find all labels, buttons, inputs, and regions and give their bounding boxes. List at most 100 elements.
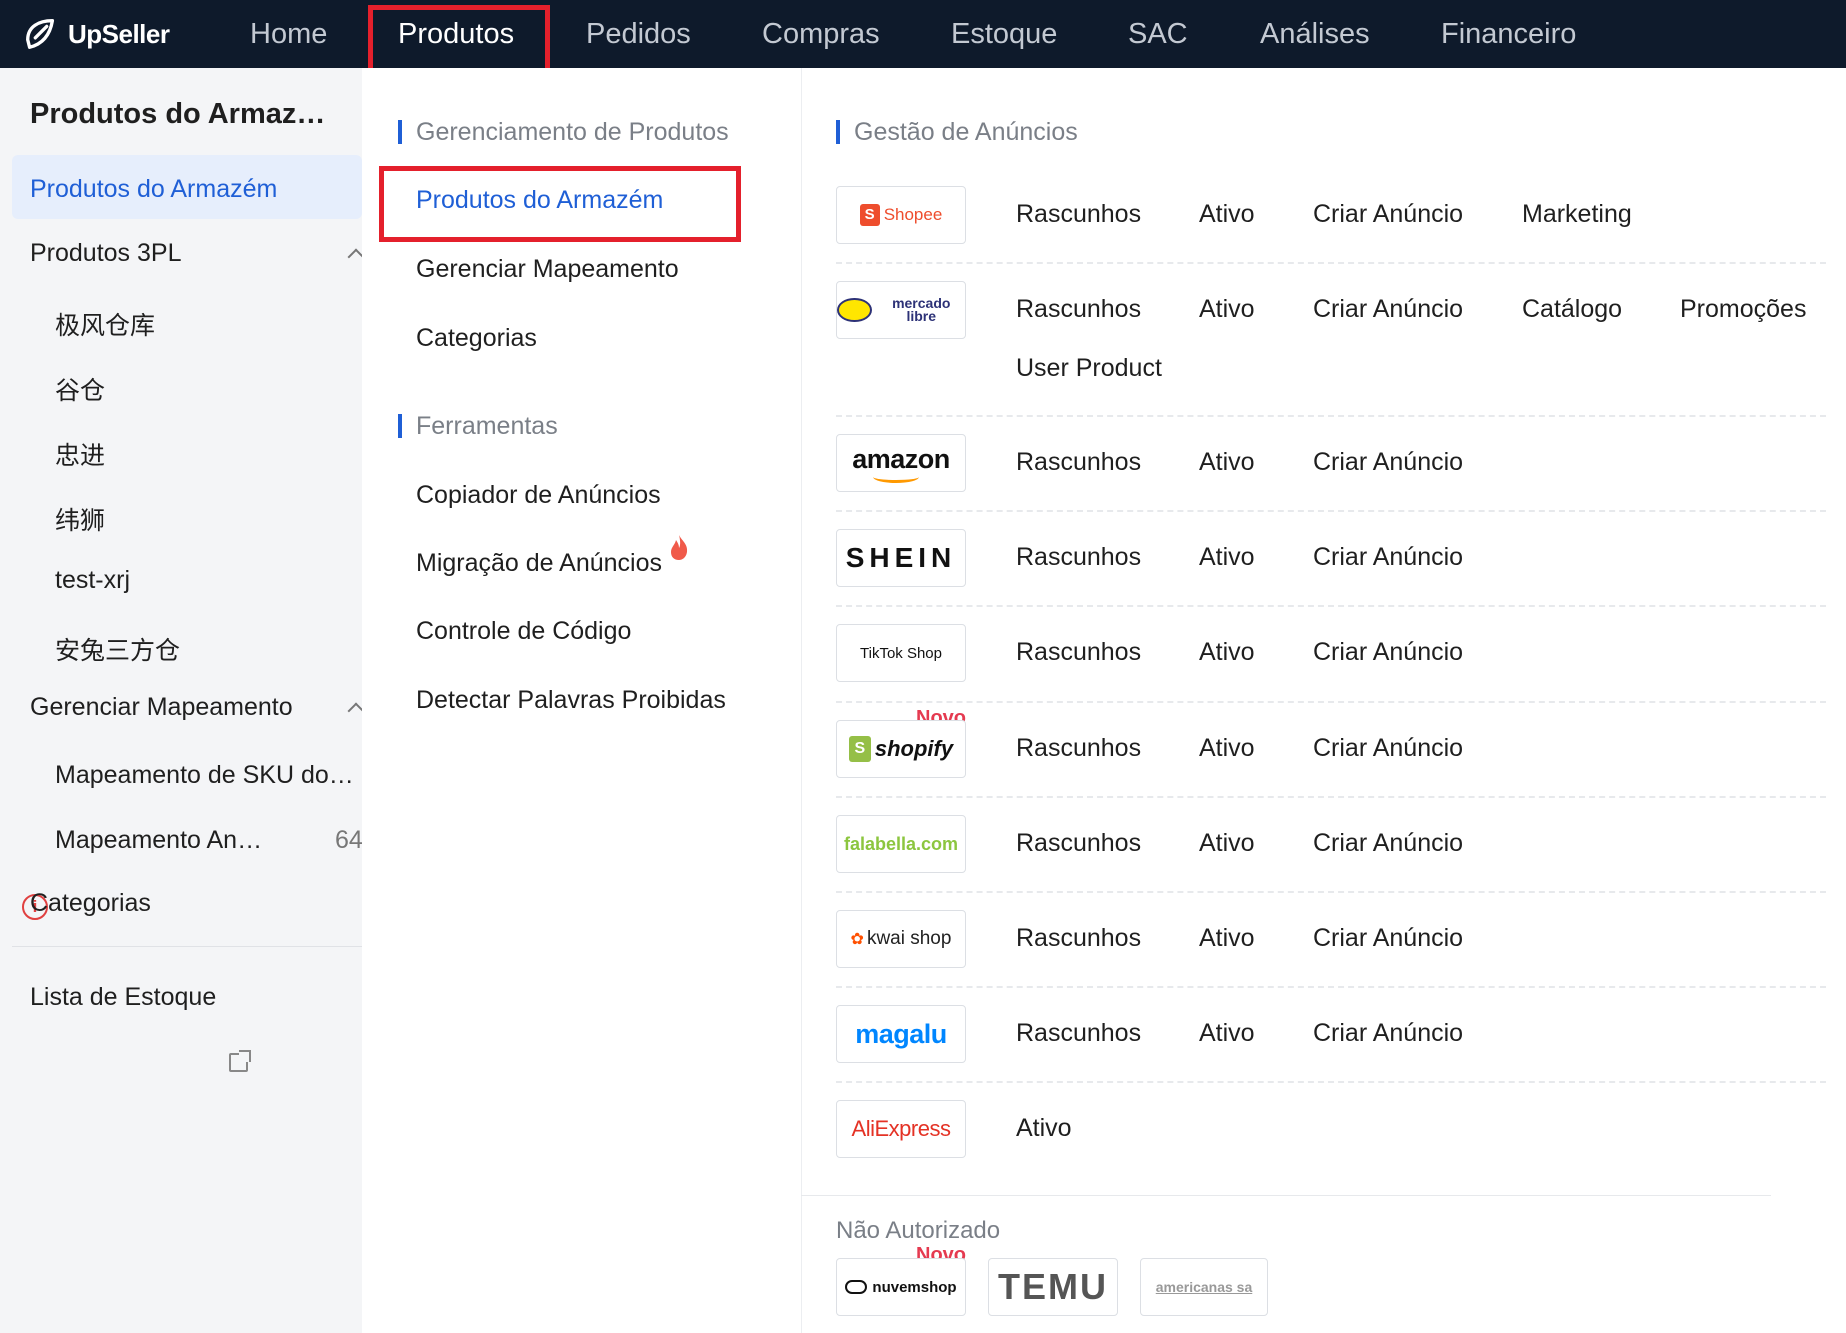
sidebar-item-categorias[interactable]: Categorias: [30, 889, 151, 918]
sidebar-item-warehouse[interactable]: test-xrj: [55, 566, 130, 595]
falabella-name: falabella.com: [843, 833, 959, 854]
kwai-shop-logo[interactable]: ✿ kwai shop: [836, 910, 966, 968]
nav-sac[interactable]: SAC: [1128, 14, 1188, 54]
link-rascunhos[interactable]: Rascunhos: [1016, 448, 1141, 477]
sidebar-item-warehouse[interactable]: 安兔三方仓: [55, 631, 180, 667]
falabella-logo[interactable]: falabella.com: [836, 815, 966, 873]
sidebar-item-produtos-3pl[interactable]: Produtos 3PL: [30, 239, 182, 268]
external-link-icon[interactable]: [229, 1050, 251, 1072]
amazon-smile-icon: [873, 471, 919, 483]
sidebar-item-mapeamento-anormal[interactable]: Mapeamento Anormal: [55, 826, 275, 855]
shopify-logo[interactable]: Sshopify: [836, 720, 966, 778]
link-ativo[interactable]: Ativo: [1016, 1114, 1072, 1143]
shopify-bag-icon: S: [848, 736, 871, 762]
link-ativo[interactable]: Ativo: [1199, 1019, 1255, 1048]
americanas-logo[interactable]: americanas sa: [1140, 1258, 1268, 1316]
link-ativo[interactable]: Ativo: [1199, 543, 1255, 572]
link-ativo[interactable]: Ativo: [1199, 295, 1255, 324]
flame-icon: [671, 535, 688, 560]
amazon-logo[interactable]: amazon: [836, 434, 966, 492]
mercado-libre-logo[interactable]: mercado libre: [836, 281, 966, 339]
shein-name: SHEIN: [845, 542, 957, 573]
sidebar-item-warehouse[interactable]: 极风仓库: [55, 306, 155, 342]
menu-item-palavras-proibidas[interactable]: Detectar Palavras Proibidas: [416, 686, 726, 715]
link-criar-anuncio[interactable]: Criar Anúncio: [1313, 543, 1463, 572]
link-rascunhos[interactable]: Rascunhos: [1016, 734, 1141, 763]
nav-financeiro[interactable]: Financeiro: [1441, 14, 1576, 54]
nav-compras[interactable]: Compras: [762, 14, 880, 54]
link-criar-anuncio[interactable]: Criar Anúncio: [1313, 734, 1463, 763]
nav-produtos-highlight-box: [368, 5, 550, 75]
magalu-name: magalu: [855, 1018, 947, 1049]
link-criar-anuncio[interactable]: Criar Anúncio: [1313, 200, 1463, 229]
row-separator: [836, 415, 1826, 417]
link-rascunhos[interactable]: Rascunhos: [1016, 295, 1141, 324]
amazon-name: amazon: [852, 443, 950, 474]
row-separator: [836, 891, 1826, 893]
sidebar-item-warehouse[interactable]: 纬狮: [55, 501, 105, 537]
link-rascunhos[interactable]: Rascunhos: [1016, 638, 1141, 667]
kwai-shop-name: kwai shop: [866, 928, 952, 949]
link-criar-anuncio[interactable]: Criar Anúncio: [1313, 829, 1463, 858]
link-rascunhos[interactable]: Rascunhos: [1016, 924, 1141, 953]
link-rascunhos[interactable]: Rascunhos: [1016, 200, 1141, 229]
nav-estoque[interactable]: Estoque: [951, 14, 1057, 54]
temu-name: TEMU: [998, 1266, 1108, 1307]
mercado-libre-name: mercado libre: [892, 295, 951, 324]
menu-item-migracao[interactable]: Migração de Anúncios: [416, 549, 662, 578]
section-title-ferramentas: Ferramentas: [416, 412, 558, 440]
row-separator: [836, 796, 1826, 798]
link-rascunhos[interactable]: Rascunhos: [1016, 829, 1141, 858]
link-catalogo[interactable]: Catálogo: [1522, 295, 1622, 324]
nav-home[interactable]: Home: [250, 14, 327, 54]
link-user-product[interactable]: User Product: [1016, 354, 1162, 383]
sidebar-item-warehouse[interactable]: 忠进: [55, 436, 105, 472]
handshake-icon: [837, 298, 872, 322]
magalu-logo[interactable]: magalu: [836, 1005, 966, 1063]
sidebar-item-mapeamento-sku[interactable]: Mapeamento de SKU do Anúncio: [55, 761, 355, 790]
link-criar-anuncio[interactable]: Criar Anúncio: [1313, 924, 1463, 953]
tiktok-shop-name: TikTok Shop: [860, 644, 942, 662]
row-separator: [836, 605, 1826, 607]
link-ativo[interactable]: Ativo: [1199, 734, 1255, 763]
sidebar-item-warehouse[interactable]: 谷仓: [55, 371, 105, 407]
menu-item-categorias[interactable]: Categorias: [416, 324, 537, 353]
link-criar-anuncio[interactable]: Criar Anúncio: [1313, 1019, 1463, 1048]
menu-item-copiador[interactable]: Copiador de Anúncios: [416, 481, 661, 510]
link-rascunhos[interactable]: Rascunhos: [1016, 543, 1141, 572]
link-marketing[interactable]: Marketing: [1522, 200, 1632, 229]
shopee-logo[interactable]: S Shopee: [836, 186, 966, 244]
menu-item-highlight-box: [379, 166, 741, 242]
link-ativo[interactable]: Ativo: [1199, 829, 1255, 858]
link-criar-anuncio[interactable]: Criar Anúncio: [1313, 295, 1463, 324]
link-ativo[interactable]: Ativo: [1199, 200, 1255, 229]
sidebar-item-produtos-do-armazem[interactable]: Produtos do Armazém: [30, 175, 277, 204]
nuvemshop-logo[interactable]: nuvemshop: [836, 1258, 966, 1316]
shopify-name: shopify: [874, 736, 954, 761]
link-rascunhos[interactable]: Rascunhos: [1016, 1019, 1141, 1048]
shein-logo[interactable]: SHEIN: [836, 529, 966, 587]
link-criar-anuncio[interactable]: Criar Anúncio: [1313, 448, 1463, 477]
temu-logo[interactable]: TEMU: [988, 1258, 1118, 1316]
sidebar-item-gerenciar-mapeamento[interactable]: Gerenciar Mapeamento: [30, 693, 293, 722]
top-navigation-bar: UpSeller Home Produtos Pedidos Compras E…: [0, 0, 1846, 68]
sidebar-item-lista-de-estoque[interactable]: Lista de Estoque: [30, 983, 216, 1012]
nuvemshop-cloud-icon: [845, 1280, 868, 1294]
nav-pedidos[interactable]: Pedidos: [586, 14, 691, 54]
aliexpress-logo[interactable]: AliExpress: [836, 1100, 966, 1158]
link-criar-anuncio[interactable]: Criar Anúncio: [1313, 638, 1463, 667]
tiktok-shop-logo[interactable]: TikTok Shop: [836, 624, 966, 682]
menu-item-gerenciar-mapeamento[interactable]: Gerenciar Mapeamento: [416, 255, 679, 284]
section-title-gestao-anuncios: Gestão de Anúncios: [854, 118, 1078, 146]
kwai-icon: ✿: [850, 931, 864, 948]
section-title-nao-autorizado: Não Autorizado: [836, 1217, 1001, 1244]
sidebar-divider: [12, 946, 362, 947]
link-ativo[interactable]: Ativo: [1199, 448, 1255, 477]
nav-analises[interactable]: Análises: [1260, 14, 1370, 54]
link-ativo[interactable]: Ativo: [1199, 924, 1255, 953]
upseller-logo-icon: [26, 19, 55, 49]
upseller-logo[interactable]: UpSeller: [22, 14, 170, 54]
link-promocoes[interactable]: Promoções: [1680, 295, 1806, 324]
link-ativo[interactable]: Ativo: [1199, 638, 1255, 667]
menu-item-controle-codigo[interactable]: Controle de Código: [416, 617, 631, 646]
